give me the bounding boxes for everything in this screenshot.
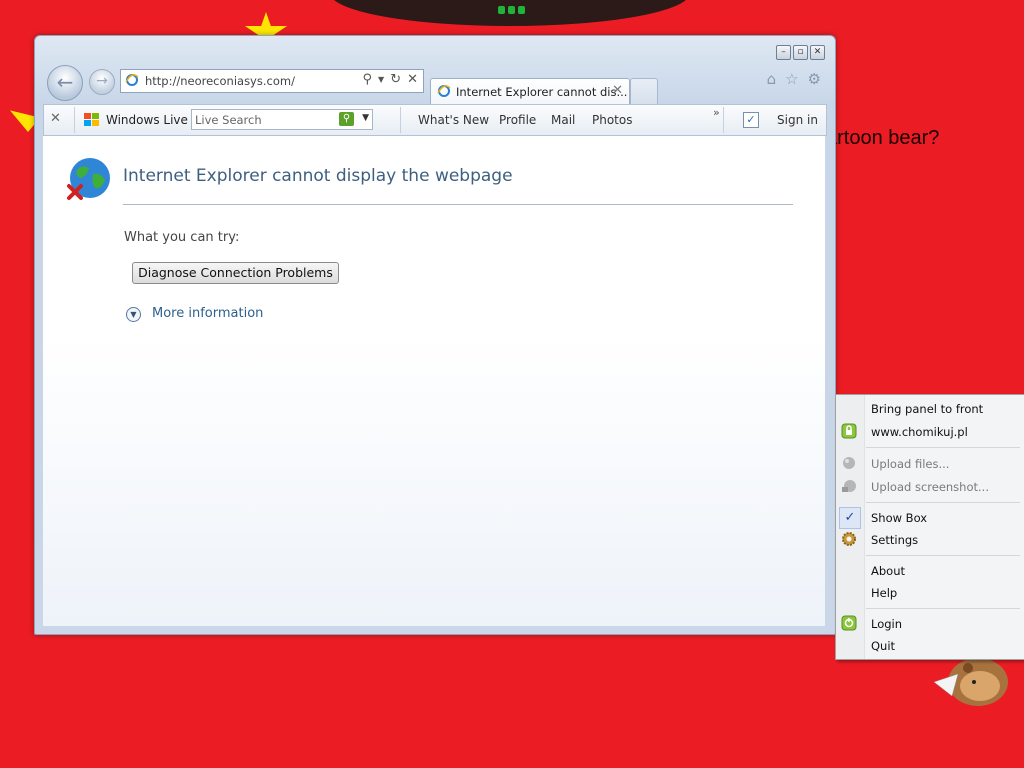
menu-item-settings[interactable]: Settings	[871, 533, 918, 547]
title-divider	[123, 204, 793, 205]
cartoon-bear-image	[933, 658, 1008, 706]
toolbar-link-mail[interactable]: Mail	[551, 113, 575, 127]
error-globe-icon	[67, 158, 110, 200]
tools-gear-icon[interactable]: ⚙	[808, 70, 821, 88]
tab-close-icon[interactable]: ✕	[612, 83, 623, 98]
windows-live-toolbar: ✕ Windows Live Live Search ⚲ ▼ What's Ne…	[43, 104, 827, 136]
tray-context-menu: Bring panel to front www.chomikuj.pl Upl…	[835, 394, 1024, 660]
menu-separator	[866, 608, 1020, 609]
toolbar-link-photos[interactable]: Photos	[592, 113, 632, 127]
windows-live-button[interactable]: Windows Live	[106, 113, 188, 127]
menu-item-quit[interactable]: Quit	[871, 639, 895, 653]
menu-item-upload-screenshot: Upload screenshot...	[871, 480, 989, 494]
login-icon	[841, 615, 857, 631]
browser-command-icons: ⌂ ☆ ⚙	[767, 70, 821, 88]
stop-icon[interactable]: ✕	[407, 72, 418, 88]
lock-icon	[841, 423, 857, 439]
menu-separator	[866, 447, 1020, 448]
page-title: Internet Explorer cannot display the web…	[123, 166, 513, 186]
menu-separator	[866, 502, 1020, 503]
upload-screenshot-icon	[842, 480, 856, 492]
home-icon[interactable]: ⌂	[767, 70, 777, 88]
address-tools: ⚲ ▼ ↻ ✕	[363, 72, 419, 88]
menu-separator	[866, 555, 1020, 556]
windows-flag-icon	[84, 113, 99, 126]
toolbar-more-chevron-icon[interactable]: »	[713, 106, 720, 119]
toolbar-separator	[723, 107, 724, 133]
search-dropdown-icon[interactable]: ▼	[362, 113, 369, 123]
dropdown-arrow-icon[interactable]: ▼	[378, 72, 384, 88]
sign-in-link[interactable]: Sign in	[777, 113, 818, 127]
toolbar-close-icon[interactable]: ✕	[50, 111, 61, 126]
ie-tab-icon	[437, 85, 451, 97]
upload-files-icon	[843, 457, 855, 469]
tab-title: Internet Explorer cannot dis...	[456, 85, 628, 99]
background-partial-text: artoon bear?	[826, 127, 940, 149]
new-tab-button[interactable]	[630, 78, 658, 104]
address-bar[interactable]: http://neoreconiasys.com/ ⚲ ▼ ↻ ✕	[120, 69, 424, 93]
diagnose-connection-button[interactable]: Diagnose Connection Problems	[132, 262, 339, 284]
try-label: What you can try:	[124, 230, 240, 245]
menu-item-about[interactable]: About	[871, 564, 905, 578]
window-controls: – ▫ ✕	[776, 45, 825, 60]
back-button[interactable]: ←	[47, 65, 83, 101]
refresh-icon[interactable]: ↻	[390, 72, 401, 88]
menu-item-help[interactable]: Help	[871, 586, 897, 600]
toolbar-separator	[74, 107, 75, 133]
toolbar-separator	[400, 107, 401, 133]
toolbar-check-icon[interactable]: ✓	[743, 112, 759, 128]
search-icon[interactable]: ⚲	[363, 72, 373, 88]
browser-window: – ▫ ✕ ← → http://neoreconiasys.com/ ⚲ ▼ …	[34, 35, 836, 635]
favorites-star-icon[interactable]: ☆	[785, 70, 798, 88]
back-arrow-icon: ←	[56, 70, 74, 94]
gear-icon	[842, 532, 856, 546]
address-url[interactable]: http://neoreconiasys.com/	[145, 74, 295, 88]
forward-button[interactable]: →	[89, 69, 115, 95]
search-placeholder: Live Search	[195, 113, 262, 127]
forward-arrow-icon: →	[96, 73, 108, 89]
menu-item-login[interactable]: Login	[871, 617, 902, 631]
search-go-icon[interactable]: ⚲	[339, 112, 354, 126]
toolbar-link-profile[interactable]: Profile	[499, 113, 536, 127]
menu-item-chomikuj[interactable]: www.chomikuj.pl	[871, 425, 968, 439]
menu-item-upload-files: Upload files...	[871, 457, 950, 471]
live-search-input[interactable]: Live Search ⚲ ▼	[191, 109, 373, 130]
checkmark-icon: ✓	[839, 507, 861, 529]
close-window-button[interactable]: ✕	[810, 45, 825, 60]
expand-chevron-icon[interactable]: ▼	[126, 307, 141, 322]
page-content: Internet Explorer cannot display the web…	[43, 136, 825, 626]
background-green-dots	[498, 6, 528, 16]
ie-page-icon	[125, 74, 139, 86]
menu-item-bring-panel-to-front[interactable]: Bring panel to front	[871, 402, 983, 416]
tab-current[interactable]: Internet Explorer cannot dis... ✕	[430, 78, 630, 104]
maximize-button[interactable]: ▫	[793, 45, 808, 60]
menu-item-show-box[interactable]: Show Box	[871, 511, 927, 525]
toolbar-link-whats-new[interactable]: What's New	[418, 113, 489, 127]
more-information-link[interactable]: More information	[152, 306, 263, 321]
minimize-button[interactable]: –	[776, 45, 791, 60]
